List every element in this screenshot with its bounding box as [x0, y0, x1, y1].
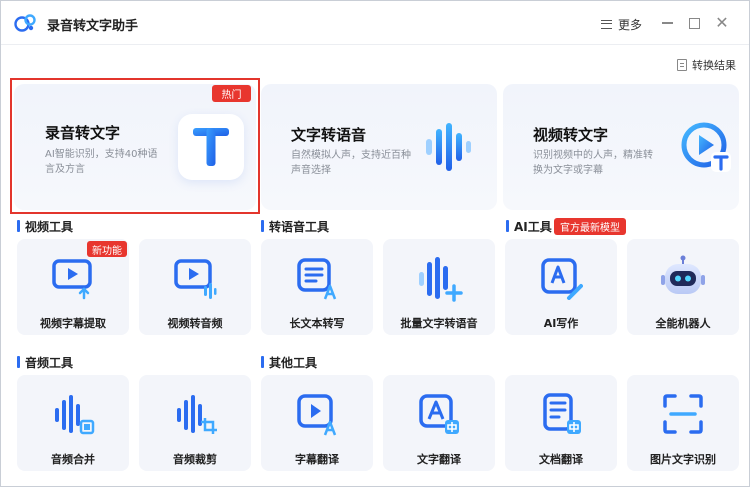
sound-wave-icon	[413, 114, 479, 180]
section-audio-tools: 音频工具	[17, 354, 73, 371]
tool-label: 字幕翻译	[295, 453, 339, 466]
tool-ai-writing[interactable]: AI写作	[505, 239, 617, 335]
play-text-icon	[673, 114, 739, 180]
hot-badge: 热门	[212, 85, 251, 102]
doc-translate-icon	[532, 385, 590, 443]
close-icon: ✕	[715, 13, 729, 32]
tool-video-to-audio[interactable]: 视频转音频	[139, 239, 251, 335]
conversion-results-link[interactable]: 转换结果	[677, 57, 736, 73]
tool-document-translate[interactable]: 文档翻译	[505, 375, 617, 471]
more-label: 更多	[618, 17, 643, 32]
minimize-button[interactable]	[657, 13, 677, 33]
tool-long-text-transcribe[interactable]: 长文本转写	[261, 239, 373, 335]
feature-title: 录音转文字	[45, 124, 121, 142]
maximize-button[interactable]	[684, 13, 704, 33]
ai-writing-icon	[532, 249, 590, 307]
tool-label: 图片文字识别	[650, 453, 716, 466]
title-bar: 录音转文字助手 更多 ✕	[1, 1, 749, 45]
minimize-icon	[661, 22, 673, 24]
section-other-tools: 其他工具	[261, 354, 317, 371]
tool-label: 文字翻译	[417, 453, 461, 466]
tool-all-purpose-robot[interactable]: 全能机器人	[627, 239, 739, 335]
tool-label: 音频裁剪	[173, 453, 217, 466]
app-logo-icon	[14, 14, 36, 32]
long-text-icon	[288, 249, 346, 307]
tool-text-translate[interactable]: 文字翻译	[383, 375, 495, 471]
text-translate-icon	[410, 385, 468, 443]
audio-merge-icon	[44, 385, 102, 443]
tool-subtitle-translate[interactable]: 字幕翻译	[261, 375, 373, 471]
conversion-results-label: 转换结果	[692, 59, 736, 72]
feature-description: AI智能识别，支持40种语言及方言	[45, 149, 158, 175]
section-video-tools: 视频工具	[17, 218, 73, 235]
close-button[interactable]: ✕	[712, 13, 732, 33]
t-letter-icon	[178, 114, 244, 180]
tool-label: 全能机器人	[655, 317, 711, 330]
tool-label: 视频转音频	[167, 317, 223, 330]
tool-label: 长文本转写	[289, 317, 345, 330]
document-icon	[677, 59, 687, 71]
more-menu-button[interactable]: 更多	[601, 15, 642, 33]
batch-tts-icon	[410, 249, 468, 307]
video-to-audio-icon	[166, 249, 224, 307]
feature-title: 视频转文字	[533, 126, 609, 144]
menu-icon	[601, 19, 612, 29]
tool-label: 批量文字转语音	[400, 317, 478, 330]
section-ai-tools: AI工具	[506, 218, 552, 235]
tool-label: 文档翻译	[539, 453, 583, 466]
feature-description: 识别视频中的人声，精准转换为文字或字幕	[533, 150, 653, 176]
tool-label: 视频字幕提取	[40, 317, 106, 330]
feature-title: 文字转语音	[291, 126, 367, 144]
app-window: 录音转文字助手 更多 ✕ 转换结果 录音转文字 AI智能识别，支持40种语言及方…	[0, 0, 750, 487]
maximize-icon	[688, 17, 700, 29]
subtitle-extract-icon	[44, 249, 102, 307]
tool-label: 音频合并	[51, 453, 95, 466]
tool-batch-text-to-speech[interactable]: 批量文字转语音	[383, 239, 495, 335]
feature-description: 自然模拟人声，支持近百种声音选择	[291, 150, 411, 176]
feature-card-audio-to-text[interactable]: 录音转文字 AI智能识别，支持40种语言及方言	[14, 84, 256, 210]
ai-latest-model-badge: 官方最新模型	[554, 218, 626, 235]
audio-crop-icon	[166, 385, 224, 443]
tool-image-text-recognition[interactable]: 图片文字识别	[627, 375, 739, 471]
tool-audio-merge[interactable]: 音频合并	[17, 375, 129, 471]
app-title: 录音转文字助手	[47, 19, 139, 34]
tool-label: AI写作	[543, 317, 579, 330]
section-speech-tools: 转语音工具	[261, 218, 329, 235]
feature-card-video-to-text[interactable]: 视频转文字 识别视频中的人声，精准转换为文字或字幕	[503, 84, 739, 210]
subtitle-translate-icon	[288, 385, 346, 443]
tool-audio-crop[interactable]: 音频裁剪	[139, 375, 251, 471]
feature-card-text-to-speech[interactable]: 文字转语音 自然模拟人声，支持近百种声音选择	[261, 84, 497, 210]
image-ocr-icon	[654, 385, 712, 443]
robot-icon	[654, 249, 712, 307]
new-feature-badge: 新功能	[87, 241, 127, 257]
